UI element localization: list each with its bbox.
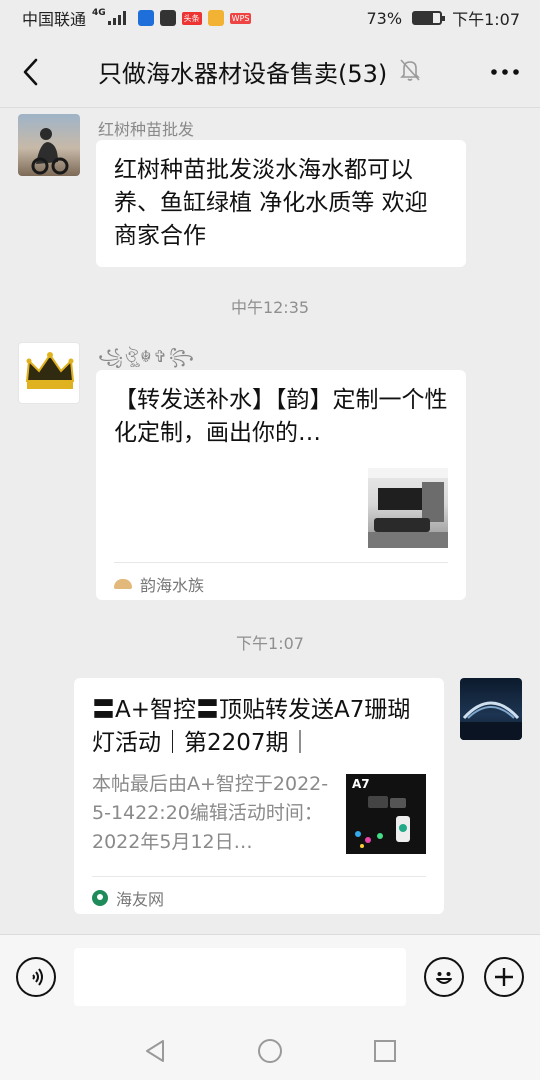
input-bar bbox=[0, 934, 540, 1022]
message-bubble[interactable]: 红树种苗批发淡水海水都可以养、鱼缸绿植 净化水质等 欢迎商家合作 bbox=[96, 140, 466, 267]
mute-bell-icon bbox=[399, 58, 421, 86]
voice-toggle-button[interactable] bbox=[16, 957, 56, 997]
card-source: 海友网 bbox=[92, 886, 164, 910]
status-time: 下午1:07 bbox=[452, 10, 520, 29]
wps-label: WPS bbox=[229, 12, 252, 24]
source-name: 韵海水族 bbox=[140, 576, 205, 595]
more-functions-button[interactable] bbox=[484, 957, 524, 997]
source-name: 海友网 bbox=[116, 890, 165, 909]
link-card[interactable]: 【转发送补水】【韵】定制一个性化定制，画出你的… 韵海水族 bbox=[96, 370, 466, 600]
chat-header: 只做海水器材设备售卖(53) bbox=[0, 36, 540, 108]
avatar[interactable] bbox=[18, 342, 80, 404]
message-text: 红树种苗批发淡水海水都可以养、鱼缸绿植 净化水质等 欢迎商家合作 bbox=[114, 157, 428, 249]
self-avatar[interactable] bbox=[460, 678, 522, 740]
back-button[interactable] bbox=[0, 36, 60, 108]
card-source: 韵海水族 bbox=[114, 572, 204, 596]
card-title: 〓A+智控〓顶贴转发送A7珊瑚灯活动｜第2207期｜ bbox=[92, 697, 411, 756]
network-type: 4G bbox=[92, 8, 106, 18]
voice-icon bbox=[32, 968, 43, 986]
card-divider bbox=[114, 562, 448, 563]
emoji-icon bbox=[436, 972, 452, 984]
chat-title[interactable]: 只做海水器材设备售卖(53) bbox=[98, 54, 387, 89]
card-divider bbox=[92, 876, 426, 877]
nav-recents-icon[interactable] bbox=[373, 1039, 397, 1063]
card-description: 本帖最后由A+智控于2022-5-1422:20编辑活动时间：2022年5月12… bbox=[92, 773, 329, 853]
battery-icon bbox=[412, 11, 446, 25]
card-title: 【转发送补水】【韵】定制一个性化定制，画出你的… bbox=[114, 387, 448, 446]
carrier-name: 中国联通 bbox=[22, 10, 87, 29]
source-logo-icon bbox=[114, 579, 132, 589]
news-icon bbox=[159, 10, 176, 26]
more-dots-icon bbox=[491, 68, 519, 75]
battery-fill bbox=[414, 13, 434, 23]
battery-percent: 73% bbox=[366, 8, 403, 28]
card-thumbnail: A7 bbox=[346, 774, 426, 854]
chat-messages[interactable]: 红树种苗批发 红树种苗批发淡水海水都可以养、鱼缸绿植 净化水质等 欢迎商家合作 … bbox=[0, 108, 540, 934]
status-bar: 中国联通 4G 头条 WPS 73% 下午1:07 bbox=[0, 0, 540, 36]
wechat-icon bbox=[137, 10, 154, 26]
message-input[interactable] bbox=[74, 948, 406, 1006]
more-options-button[interactable] bbox=[470, 36, 540, 108]
nav-home-icon[interactable] bbox=[257, 1038, 283, 1064]
sender-name: 红树种苗批发 bbox=[98, 120, 195, 139]
time-divider: 下午1:07 bbox=[236, 634, 304, 653]
back-arrow-icon bbox=[23, 58, 38, 85]
signal-icon bbox=[107, 11, 126, 25]
time-divider: 中午12:35 bbox=[230, 298, 310, 317]
avatar[interactable] bbox=[18, 114, 80, 176]
emoji-button[interactable] bbox=[424, 957, 464, 997]
status-left: 中国联通 4G 头条 WPS bbox=[22, 6, 252, 30]
notes-icon bbox=[207, 10, 224, 26]
status-right: 73% 下午1:07 bbox=[367, 6, 521, 30]
nav-back-icon[interactable] bbox=[143, 1038, 167, 1064]
toutiao-label: 头条 bbox=[181, 11, 202, 25]
source-logo-icon bbox=[92, 890, 108, 906]
link-card[interactable]: 〓A+智控〓顶贴转发送A7珊瑚灯活动｜第2207期｜ 本帖最后由A+智控于202… bbox=[74, 678, 444, 914]
navigation-bar bbox=[0, 1022, 540, 1080]
card-thumbnail bbox=[368, 468, 448, 548]
plus-icon bbox=[495, 968, 513, 986]
